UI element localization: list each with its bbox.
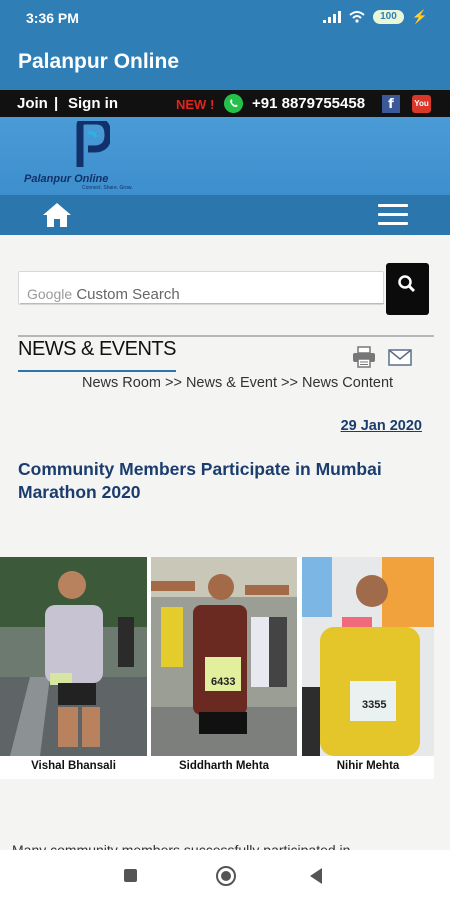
search-placeholder-text: Custom Search bbox=[76, 286, 180, 303]
search-input[interactable]: Google Custom Search bbox=[18, 271, 384, 305]
hamburger-menu-icon[interactable] bbox=[378, 204, 410, 226]
search-underline bbox=[20, 303, 384, 304]
photo-caption-2: Siddharth Mehta bbox=[178, 760, 270, 772]
status-bar: 3:36 PM 100 ⚡ bbox=[0, 0, 450, 36]
top-strip: Join | Sign in NEW ! +91 8879755458 f Yo… bbox=[0, 90, 450, 117]
breadcrumb[interactable]: News Room >> News & Event >> News Conten… bbox=[82, 375, 393, 391]
runner-photo-1 bbox=[0, 557, 147, 756]
new-badge: NEW ! bbox=[176, 97, 215, 112]
runner-photo-3 bbox=[302, 557, 434, 756]
status-icons: 100 ⚡ bbox=[323, 9, 428, 25]
sign-in-link[interactable]: Sign in bbox=[68, 95, 118, 112]
article-date: 29 Jan 2020 bbox=[340, 418, 422, 434]
charging-icon: ⚡ bbox=[411, 9, 428, 24]
section-heading: NEWS & EVENTS bbox=[18, 338, 176, 360]
join-link[interactable]: Join bbox=[17, 95, 48, 112]
search-button[interactable] bbox=[386, 263, 429, 315]
photo-collage: Vishal Bhansali Siddharth Mehta Nihir Me… bbox=[0, 557, 434, 779]
mail-icon[interactable] bbox=[388, 349, 412, 366]
article-title: Community Members Participate in Mumbai … bbox=[18, 459, 382, 502]
app-title: Palanpur Online bbox=[18, 50, 180, 73]
back-icon[interactable] bbox=[310, 868, 322, 884]
heading-underline bbox=[18, 370, 176, 372]
link-separator: | bbox=[54, 95, 59, 112]
bib-number-1: 3867 bbox=[58, 687, 83, 699]
facebook-icon[interactable]: f bbox=[382, 95, 400, 113]
system-navigation-bar bbox=[0, 850, 450, 900]
bib-number-2: 6433 bbox=[211, 676, 236, 688]
logo-tagline: Connect. Share. Grow. bbox=[82, 185, 133, 191]
whatsapp-icon[interactable] bbox=[224, 94, 243, 113]
photo-caption-3: Nihir Mehta bbox=[336, 760, 400, 772]
home-button-icon[interactable] bbox=[216, 866, 236, 886]
google-label: Google bbox=[27, 286, 73, 302]
logo-band: Palanpur Online Connect. Share. Grow. bbox=[0, 117, 450, 195]
bib-number-3: 3355 bbox=[362, 699, 387, 711]
logo-p-icon bbox=[76, 121, 110, 167]
battery-icon: 100 bbox=[373, 10, 404, 24]
wifi-icon bbox=[349, 11, 365, 23]
search-placeholder: Google Custom Search bbox=[27, 286, 180, 303]
home-icon[interactable] bbox=[41, 201, 73, 229]
recent-apps-icon[interactable] bbox=[124, 869, 137, 882]
youtube-icon[interactable]: You bbox=[412, 95, 431, 113]
photo-caption-1: Vishal Bhansali bbox=[31, 760, 116, 772]
site-logo[interactable]: Palanpur Online Connect. Share. Grow. bbox=[22, 121, 134, 191]
nav-bar bbox=[0, 195, 450, 235]
app-bar: Palanpur Online bbox=[0, 36, 450, 90]
phone-number[interactable]: +91 8879755458 bbox=[252, 95, 365, 112]
signal-icon bbox=[323, 11, 342, 23]
search-icon bbox=[398, 275, 416, 293]
section-divider bbox=[18, 335, 434, 337]
status-time: 3:36 PM bbox=[26, 10, 79, 26]
runner-photo-2 bbox=[151, 557, 297, 756]
print-icon[interactable] bbox=[352, 346, 376, 368]
logo-brand-text: Palanpur Online bbox=[24, 173, 109, 185]
